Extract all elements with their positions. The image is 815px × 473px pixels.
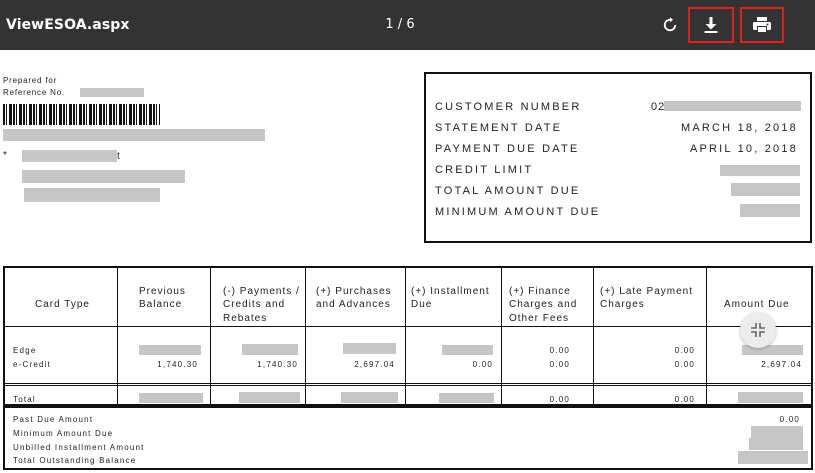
summary-box: Past Due Amount 0.00 Minimum Amount Due … (3, 406, 813, 470)
redacted-summary (738, 451, 808, 464)
amount-due-value: 2,697.04 (761, 360, 802, 369)
total-late-value: 0.00 (674, 395, 695, 404)
redacted-address-1 (22, 170, 185, 183)
header-late-1: (+) Late Payment (600, 286, 693, 297)
minimum-due-label: Minimum Amount Due (13, 429, 114, 438)
minimum-due-label: MINIMUM AMOUNT DUE (435, 206, 601, 218)
total-due-label: TOTAL AMOUNT DUE (435, 185, 581, 197)
header-previous-balance-2: Balance (139, 299, 183, 310)
payments-value: 1,740.30 (257, 360, 298, 369)
outstanding-balance-label: Total Outstanding Balance (13, 456, 137, 465)
redacted-address-2 (24, 188, 160, 202)
header-purchases-1: (+) Purchases (316, 286, 392, 297)
prepared-for-label: Prepared for (3, 76, 58, 85)
rotate-icon (663, 17, 677, 32)
redacted-cell (738, 392, 803, 403)
barcode (3, 104, 160, 125)
card-name: Edge (13, 346, 37, 355)
redacted-cell (442, 345, 493, 355)
late-value-2: 0.00 (674, 360, 695, 369)
statement-date-value: MARCH 18, 2018 (680, 122, 798, 134)
total-finance-value: 0.00 (549, 395, 570, 404)
header-installment-2: Due (411, 299, 433, 310)
card-subtype: e-Credit (13, 360, 52, 369)
payment-due-label: PAYMENT DUE DATE (435, 143, 580, 155)
redacted-cell (139, 345, 201, 355)
reference-no-label: Reference No. (3, 88, 65, 97)
header-finance-3: Other Fees (509, 313, 570, 324)
previous-balance-value: 1,740.30 (157, 360, 198, 369)
late-value-1: 0.00 (674, 346, 695, 355)
redacted-cell (341, 392, 398, 403)
redacted-customer-number (664, 101, 801, 111)
customer-info-box: CUSTOMER NUMBER 02 STATEMENT DATE MARCH … (424, 72, 812, 243)
redacted-cell (239, 392, 300, 403)
header-payments-2: Credits and (223, 299, 286, 310)
redacted-credit-limit (720, 165, 800, 176)
redacted-reference (80, 88, 144, 97)
download-icon (704, 17, 718, 33)
redacted-summary (751, 426, 803, 438)
viewer-toolbar: ViewESOA.aspx 1 / 6 (0, 0, 815, 50)
customer-number-label: CUSTOMER NUMBER (435, 101, 582, 113)
header-purchases-2: and Advances (316, 299, 391, 310)
page-indicator: 1 / 6 (385, 17, 415, 32)
credit-limit-label: CREDIT LIMIT (435, 164, 534, 176)
document-title: ViewESOA.aspx (6, 17, 130, 33)
redacted-line (3, 129, 265, 141)
redacted-cell (439, 393, 494, 403)
unbilled-installment-label: Unbilled Installment Amount (13, 443, 145, 452)
print-button[interactable] (740, 7, 784, 43)
redacted-minimum-due (740, 204, 800, 217)
redacted-cell (343, 343, 396, 354)
past-due-label: Past Due Amount (13, 415, 94, 424)
rotate-button[interactable] (655, 7, 685, 43)
address-bullet: * (3, 150, 8, 161)
header-payments-3: Rebates (223, 313, 268, 324)
header-finance-1: (+) Finance (509, 286, 571, 297)
row-divider (5, 383, 811, 384)
installment-value: 0.00 (472, 360, 493, 369)
exit-fullscreen-button[interactable] (740, 312, 776, 348)
finance-value-1: 0.00 (549, 346, 570, 355)
row-divider (5, 326, 811, 327)
redacted-name (22, 150, 117, 162)
collapse-icon (751, 323, 765, 337)
statement-table: Card Type Previous Balance (-) Payments … (3, 266, 813, 406)
redacted-cell (242, 344, 298, 355)
redacted-summary (749, 438, 803, 450)
download-button[interactable] (688, 7, 734, 43)
header-finance-2: Charges and (509, 299, 578, 310)
total-label: Total (13, 395, 36, 404)
print-icon (753, 17, 771, 33)
header-card-type: Card Type (35, 299, 90, 310)
payment-due-value: APRIL 10, 2018 (689, 143, 798, 155)
finance-value-2: 0.00 (549, 360, 570, 369)
header-late-2: Charges (600, 299, 645, 310)
header-previous-balance-1: Previous (139, 286, 186, 297)
redacted-total-due (731, 183, 800, 196)
row-divider (5, 385, 811, 386)
statement-date-label: STATEMENT DATE (435, 122, 563, 134)
purchases-value: 2,697.04 (354, 360, 395, 369)
address-fragment: t (117, 151, 121, 162)
header-amount-due: Amount Due (724, 299, 790, 310)
redacted-cell (139, 393, 203, 403)
past-due-value: 0.00 (779, 415, 800, 424)
header-payments-1: (-) Payments / (223, 286, 300, 297)
header-installment-1: (+) Installment (411, 286, 490, 297)
